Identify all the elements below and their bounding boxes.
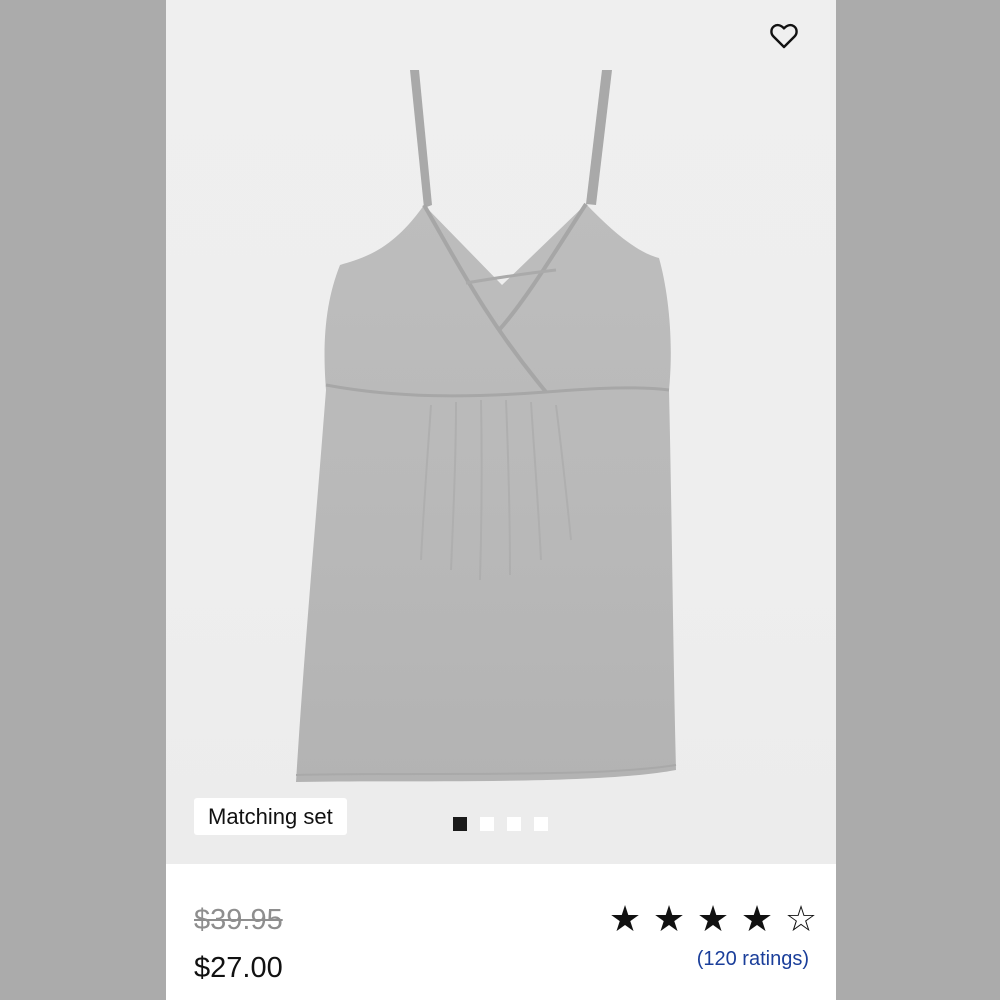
- star-filled-icon: ★: [608, 899, 642, 940]
- star-filled-icon: ★: [740, 899, 774, 940]
- star-filled-icon: ★: [696, 899, 730, 940]
- star-rating: ★ ★ ★ ★ ☆: [604, 902, 822, 938]
- product-card: Matching set $39.95 $27.00 ★ ★ ★ ★ ☆ (12…: [166, 0, 836, 1000]
- sale-price: $27.00: [194, 952, 283, 984]
- carousel-dot[interactable]: [480, 817, 494, 831]
- product-image[interactable]: Matching set: [166, 0, 836, 864]
- original-price: $39.95: [194, 904, 283, 936]
- matching-set-label: Matching set: [208, 803, 333, 829]
- matching-set-badge[interactable]: Matching set: [194, 798, 347, 835]
- right-backdrop: [836, 0, 1000, 1000]
- favorite-button[interactable]: [764, 18, 804, 54]
- image-carousel-indicator: [453, 817, 548, 831]
- ratings-count-link[interactable]: (120 ratings): [697, 948, 809, 971]
- star-filled-icon: ★: [652, 899, 686, 940]
- left-backdrop: [0, 0, 166, 1000]
- carousel-dot[interactable]: [507, 817, 521, 831]
- product-info: $39.95 $27.00 ★ ★ ★ ★ ☆ (120 ratings): [166, 864, 836, 1000]
- camisole-image: [295, 70, 677, 782]
- star-empty-icon: ☆: [784, 899, 818, 940]
- carousel-dot[interactable]: [534, 817, 548, 831]
- heart-outline-icon: [770, 23, 798, 49]
- carousel-dot[interactable]: [453, 817, 467, 831]
